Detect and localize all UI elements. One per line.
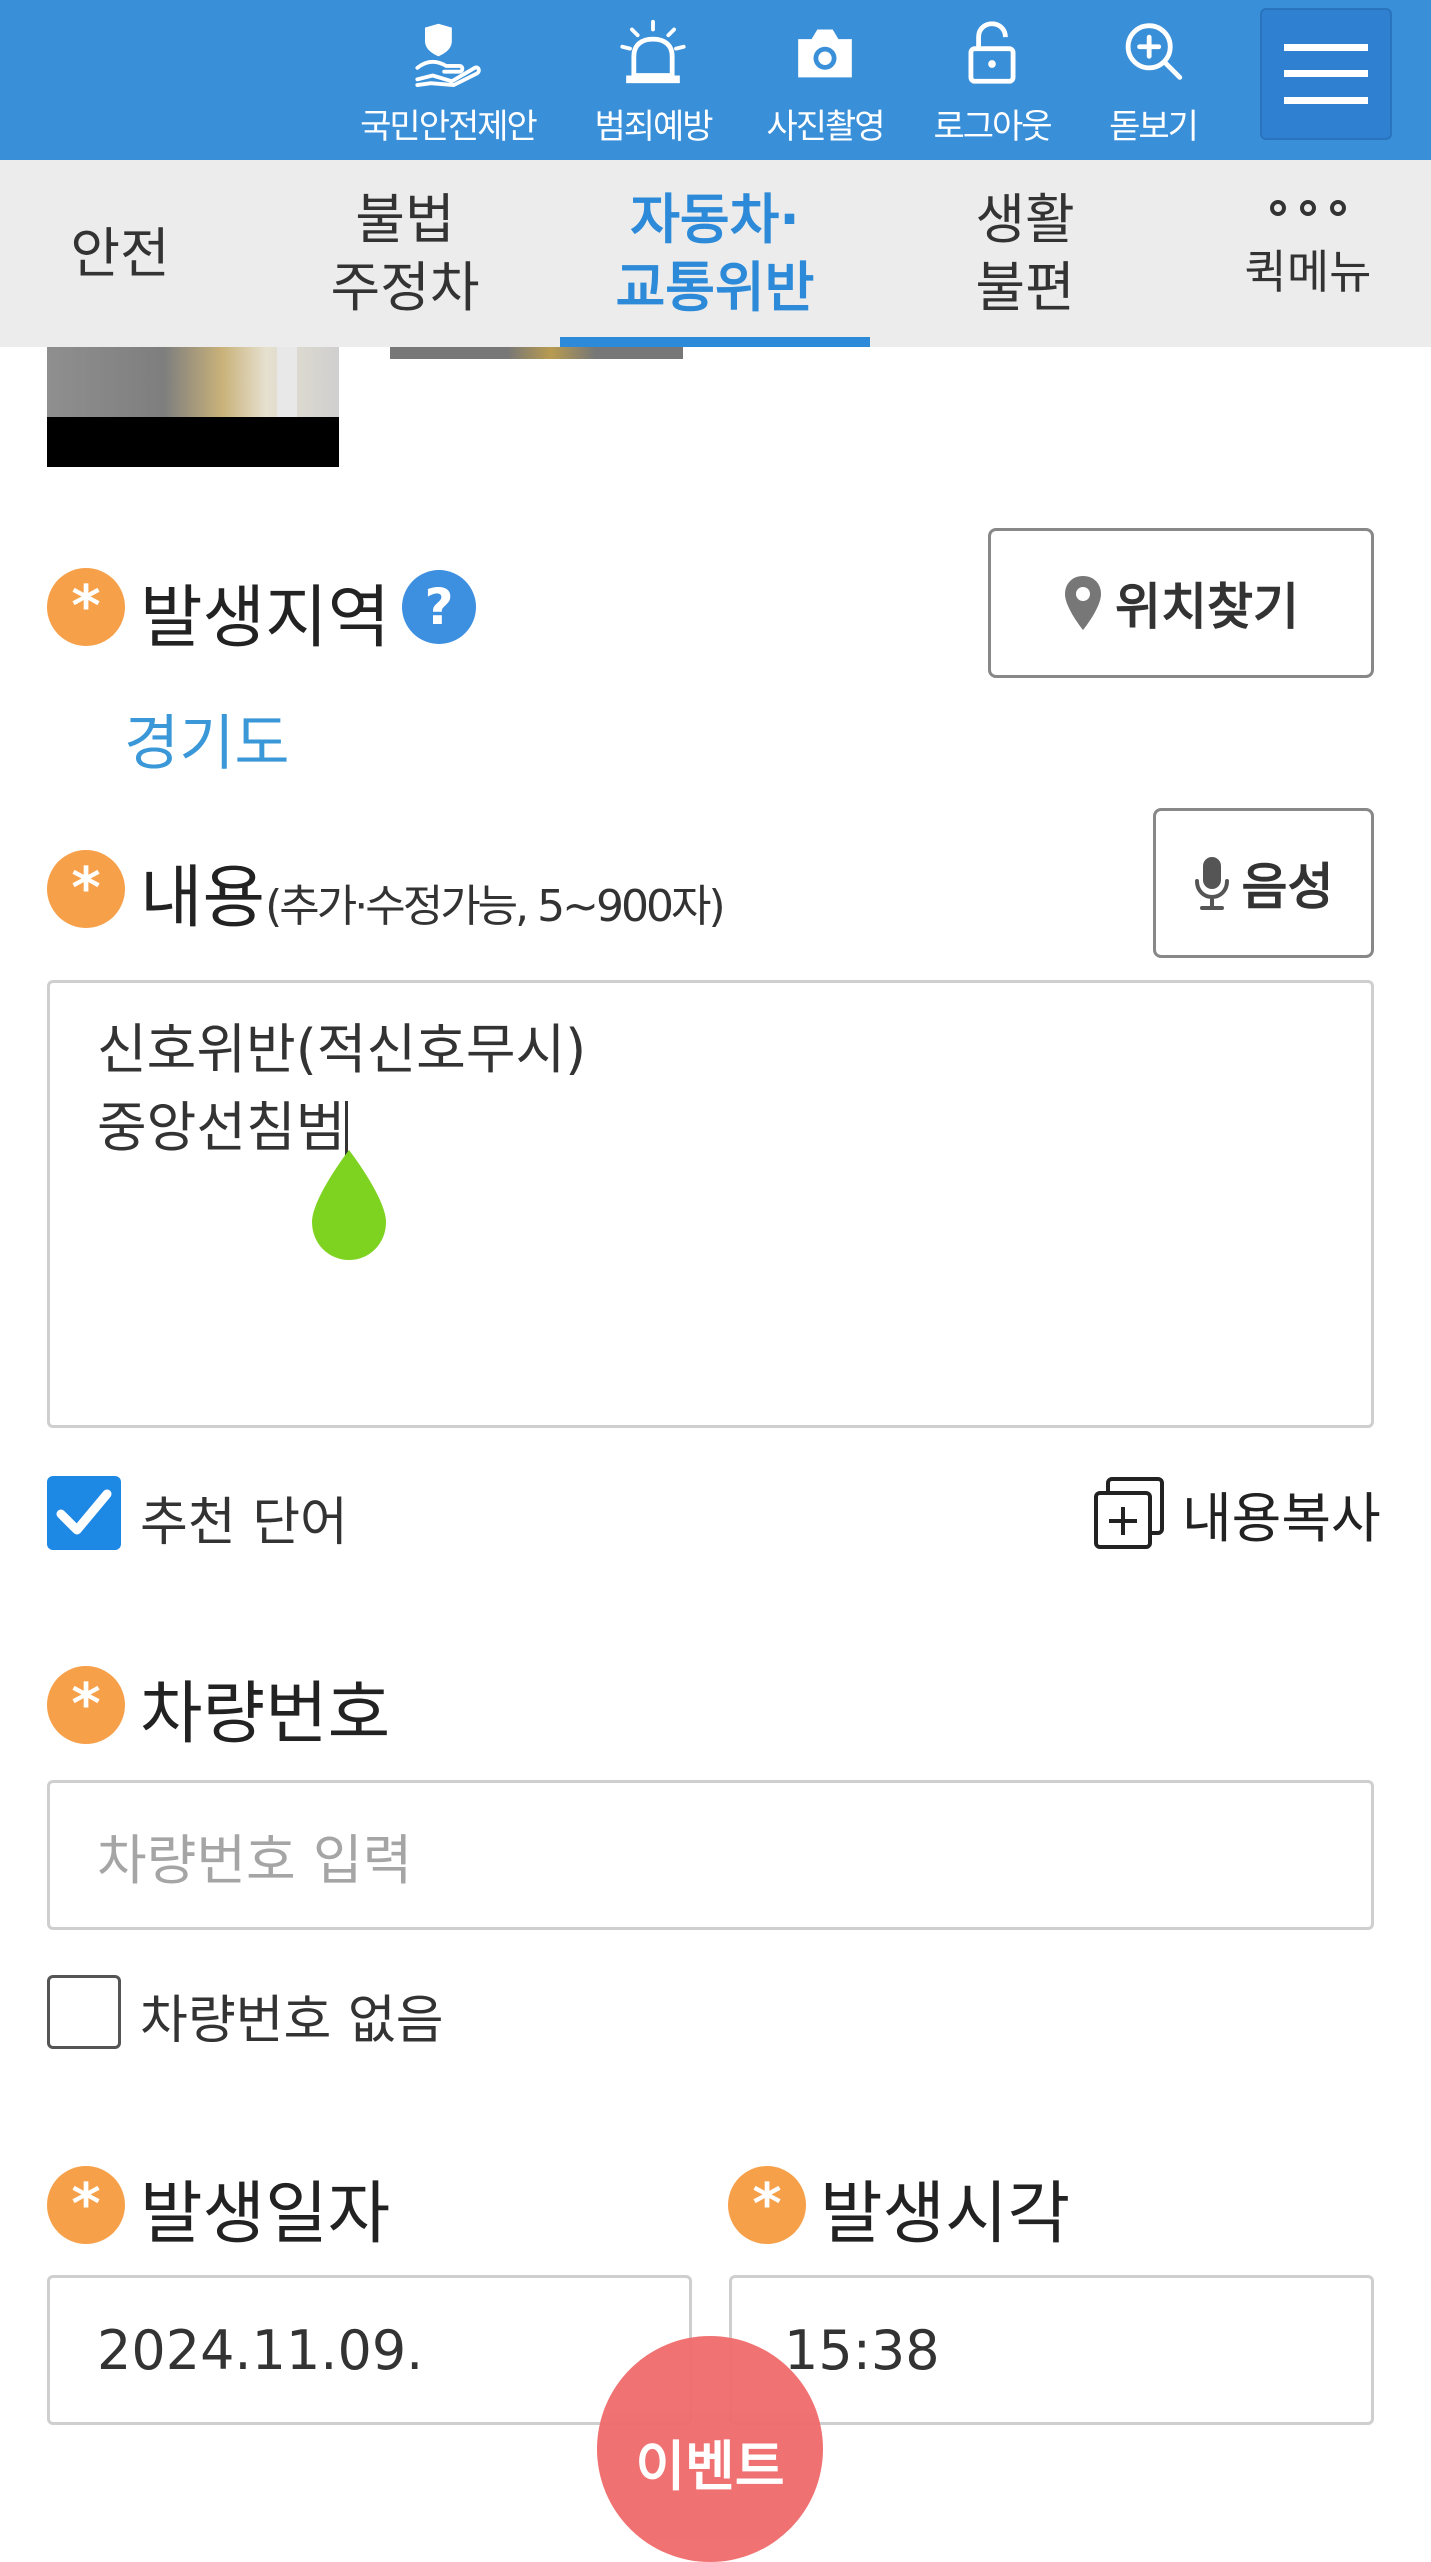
find-location-button[interactable]: 위치찾기 (988, 528, 1374, 678)
content-textarea[interactable]: 신호위반(적신호무시) 중앙선침범 (47, 980, 1374, 1428)
copy-content-label: 내용복사 (1182, 1487, 1381, 1550)
content-line-2: 중앙선침범 (97, 1089, 1324, 1167)
required-mark-icon: * (47, 850, 125, 928)
required-mark-icon: * (47, 1666, 125, 1744)
attached-photo-thumbnail-2[interactable] (390, 347, 683, 359)
content-subtitle: (추가·수정가능, 5~900자) (265, 881, 725, 932)
top-toolbar: 국민안전제안 hand-shield-icon 범죄예방 사진촬영 로그아웃 (0, 0, 1431, 160)
time-input[interactable]: 15:38 (729, 2275, 1374, 2425)
toolbar-safety-proposal[interactable]: 국민안전제안 hand-shield-icon (353, 18, 543, 148)
quick-menu-button[interactable]: 퀵메뉴 (1208, 200, 1408, 302)
tab-living-inconvenience[interactable]: 생활 불편 (920, 160, 1130, 347)
toolbar-label: 사진촬영 (766, 107, 885, 147)
checkmark-icon (56, 1489, 112, 1535)
region-value: 경기도 (124, 709, 290, 779)
zoom-in-icon (1125, 23, 1183, 80)
photo-redaction-bar (47, 417, 339, 467)
required-mark-icon: * (728, 2166, 806, 2244)
more-dots-icon (1208, 200, 1408, 216)
required-mark-icon: * (47, 568, 125, 646)
copy-add-icon (1094, 1476, 1164, 1549)
content-line-1: 신호위반(적신호무시) (97, 1018, 587, 1081)
tab-vehicle-traffic-violation[interactable]: 자동차· 교통위반 (560, 160, 870, 347)
vehicle-number-input[interactable]: 차량번호 입력 (47, 1780, 1374, 1930)
toolbar-label: 범죄예방 (594, 107, 713, 147)
recommend-words-checkbox[interactable] (47, 1476, 121, 1550)
hand-shield-icon (415, 23, 481, 87)
toolbar-label: 국민안전제안 (360, 107, 538, 147)
toolbar-label: 돋보기 (1109, 107, 1199, 147)
toolbar-magnifier[interactable]: 돋보기 (1058, 18, 1248, 148)
copy-content-button[interactable]: 내용복사 (1090, 1474, 1381, 1553)
region-title: 발생지역 (140, 579, 391, 658)
hamburger-menu-icon (1284, 44, 1368, 104)
date-input[interactable]: 2024.11.09. (47, 2275, 692, 2425)
vehicle-number-title: 차량번호 (140, 1675, 391, 1754)
voice-label: 음성 (1241, 858, 1334, 916)
event-label: 이벤트 (635, 2435, 785, 2498)
microphone-icon (1194, 857, 1229, 910)
active-tab-underline (560, 337, 870, 347)
attached-photo-thumbnail[interactable] (47, 347, 339, 417)
toolbar-label: 로그아웃 (933, 107, 1052, 147)
hamburger-menu-button[interactable] (1260, 8, 1392, 140)
camera-icon (798, 29, 852, 78)
tab-illegal-parking[interactable]: 불법 주정차 (300, 160, 510, 347)
toolbar-take-photo[interactable]: 사진촬영 (730, 18, 920, 148)
siren-icon (620, 19, 686, 84)
help-icon[interactable]: ? (402, 570, 476, 644)
no-vehicle-number-label: 차량번호 없음 (140, 1991, 444, 2051)
unlock-icon (968, 21, 1016, 84)
recommend-words-label: 추천 단어 (140, 1493, 348, 1553)
content-title: 내용 (140, 859, 266, 938)
no-vehicle-number-checkbox[interactable] (47, 1975, 121, 2049)
time-title: 발생시각 (820, 2175, 1071, 2254)
location-pin-icon (1065, 576, 1101, 630)
quick-menu-label: 퀵메뉴 (1244, 245, 1372, 299)
date-title: 발생일자 (140, 2175, 391, 2254)
toolbar-crime-prevention[interactable]: 범죄예방 (558, 18, 748, 148)
text-cursor-handle[interactable] (312, 1150, 386, 1260)
event-floating-button[interactable]: 이벤트 (597, 2336, 823, 2562)
voice-input-button[interactable]: 음성 (1153, 808, 1374, 958)
tab-safety[interactable]: 안전 (40, 160, 200, 347)
find-location-label: 위치찾기 (1115, 578, 1299, 636)
required-mark-icon: * (47, 2166, 125, 2244)
content-title-row: 내용(추가·수정가능, 5~900자) (140, 842, 726, 941)
